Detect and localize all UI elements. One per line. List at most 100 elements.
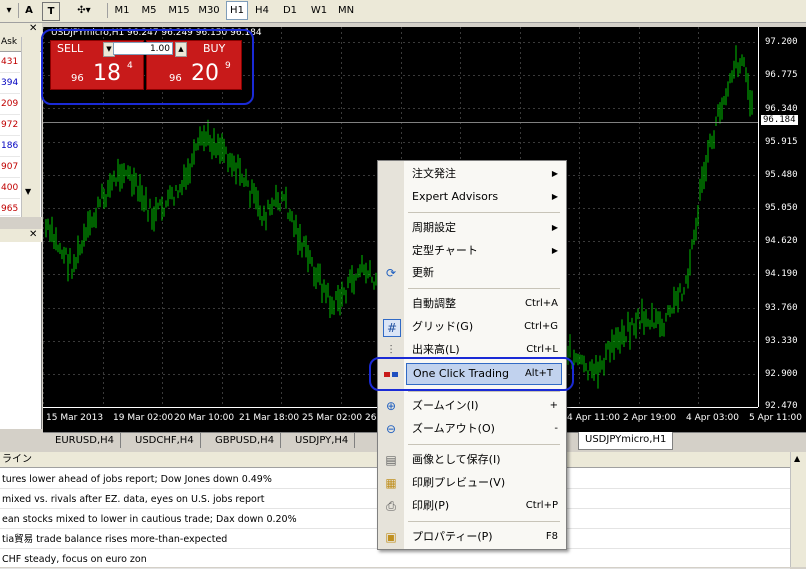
price-axis-label: 92.900 (765, 369, 798, 379)
timeframe-d1[interactable]: D1 (280, 2, 300, 19)
zoom-out-icon: ⊖ (385, 422, 397, 436)
price-axis-label: 93.760 (765, 303, 798, 313)
menu-item-save-image[interactable]: 画像として保存(I) (412, 450, 562, 470)
menu-item-zoom-out[interactable]: ズームアウト(O) - (412, 419, 562, 439)
navigator-panel (0, 242, 42, 429)
time-axis-label: 5 Apr 11:00 (749, 413, 802, 423)
menu-item-expert-advisors[interactable]: Expert Advisors ▶ (412, 187, 562, 207)
timeframe-m5[interactable]: M5 (138, 2, 160, 19)
market-watch-scrollbar[interactable]: ▼ (21, 37, 40, 217)
menu-item-label: 印刷プレビュー(V) (412, 476, 506, 489)
timeframe-h4[interactable]: H4 (252, 2, 272, 19)
menu-item-label: 定型チャート (412, 244, 478, 257)
tab-usdjpymicro-h1[interactable]: USDJPYmicro,H1 (578, 432, 674, 450)
menu-item-label: 自動調整 (412, 297, 456, 310)
ask-cell[interactable]: 209 (0, 94, 20, 115)
highlight-one-click-panel (41, 29, 254, 105)
menu-item-zoom-in[interactable]: ズームイン(I) + (412, 396, 562, 416)
volume-icon: ⫶ (389, 343, 393, 357)
scroll-up-icon[interactable]: ▲ (794, 454, 800, 463)
submenu-arrow-icon: ▶ (551, 192, 558, 201)
grid-icon: # (383, 319, 401, 337)
news-row[interactable]: CHF steady, focus on euro zon (0, 550, 790, 569)
ask-cell[interactable]: 431 (0, 52, 20, 73)
ask-cell[interactable]: 400 (0, 178, 20, 199)
tab-eurusd-h4[interactable]: EURUSD,H4 (49, 433, 122, 448)
submenu-arrow-icon: ▶ (551, 169, 558, 178)
ask-column-header[interactable]: Ask (1, 37, 17, 47)
news-scrollbar[interactable]: ▲ (790, 452, 806, 567)
time-axis-label: 21 Mar 18:00 (239, 413, 300, 423)
menu-item-refresh[interactable]: 更新 (412, 263, 562, 283)
print-icon: ⎙ (386, 499, 396, 513)
menu-item-label: 更新 (412, 266, 434, 279)
menu-item-properties[interactable]: プロパティー(P) F8 (412, 527, 562, 547)
ask-cell[interactable]: 186 (0, 136, 20, 157)
chart-context-menu: 注文発注 ▶ Expert Advisors ▶ 周期設定 ▶ 定型チャート ▶… (377, 160, 567, 550)
time-axis-label: 19 Mar 02:00 (113, 413, 174, 423)
price-axis-label: 96.340 (765, 104, 798, 114)
zoom-in-icon: ⊕ (385, 399, 397, 413)
menu-item-timeframe[interactable]: 周期設定 ▶ (412, 218, 562, 238)
menu-item-label: ズームアウト(O) (412, 422, 495, 435)
menu-item-template[interactable]: 定型チャート ▶ (412, 241, 562, 261)
price-axis-label: 92.470 (765, 401, 798, 411)
timeframe-h1[interactable]: H1 (226, 1, 248, 20)
time-axis-label: 20 Mar 10:00 (174, 413, 235, 423)
time-axis-label: 15 Mar 2013 (46, 413, 104, 423)
text-tool-button[interactable]: A (22, 2, 36, 19)
tab-usdchf-h4[interactable]: USDCHF,H4 (129, 433, 201, 448)
timeframe-w1[interactable]: W1 (308, 2, 330, 19)
refresh-icon: ⟳ (385, 266, 397, 280)
text-label-tool-button[interactable]: T (42, 2, 60, 21)
tab-usdjpy-h4[interactable]: USDJPY,H4 (289, 433, 356, 448)
menu-item-grid[interactable]: グリッド(G) Ctrl+G (412, 317, 562, 337)
time-axis-label: 26 (365, 413, 377, 423)
menu-item-label: プロパティー(P) (412, 530, 493, 543)
time-axis-label: 2 Apr 19:00 (623, 413, 676, 423)
price-axis-label: 95.480 (765, 170, 798, 180)
close-icon[interactable]: ✕ (29, 23, 37, 34)
timeframe-m30[interactable]: M30 (196, 2, 222, 19)
menu-item-print-preview[interactable]: 印刷プレビュー(V) (412, 473, 562, 493)
ask-cell[interactable]: 965 (0, 199, 20, 216)
save-image-icon: ▤ (385, 453, 397, 467)
tab-gbpusd-h4[interactable]: GBPUSD,H4 (209, 433, 282, 448)
timeframe-mn[interactable]: MN (334, 2, 358, 19)
close-icon[interactable]: ✕ (29, 229, 37, 240)
market-watch-panel: Ask 431 394 209 972 186 907 400 965 ▼ (0, 37, 42, 217)
menu-item-label: ズームイン(I) (412, 399, 479, 412)
highlight-one-click-menu-item (369, 357, 574, 391)
navigator-title: ✕ (0, 229, 42, 242)
menu-item-shortcut: - (554, 423, 558, 434)
price-axis-label: 94.190 (765, 269, 798, 279)
menu-separator (408, 288, 560, 289)
menu-item-auto-arrange[interactable]: 自動調整 Ctrl+A (412, 294, 562, 314)
price-axis-label: 95.915 (765, 137, 798, 147)
scroll-down-icon[interactable]: ▼ (25, 187, 31, 196)
menu-item-label: グリッド(G) (412, 320, 474, 333)
submenu-arrow-icon: ▶ (551, 223, 558, 232)
menu-separator (408, 444, 560, 445)
time-axis-label: 4 Apr 11:00 (567, 413, 620, 423)
menu-item-shortcut: Ctrl+A (524, 298, 558, 309)
menu-item-print[interactable]: 印刷(P) Ctrl+P (412, 496, 562, 516)
price-axis-label: 95.050 (765, 203, 798, 213)
current-price-label: 96.184 (761, 115, 798, 125)
time-axis-label: 4 Apr 03:00 (686, 413, 739, 423)
price-axis-label: 97.200 (765, 37, 798, 47)
ask-cell[interactable]: 394 (0, 73, 20, 94)
menu-item-label: 注文発注 (412, 167, 456, 180)
toolbar-arrow-button[interactable]: ▾ (2, 2, 16, 19)
ask-cell[interactable]: 907 (0, 157, 20, 178)
price-axis-label: 94.620 (765, 236, 798, 246)
price-axis-label: 96.775 (765, 70, 798, 80)
objects-tool-button[interactable]: ✣▾ (72, 2, 96, 19)
timeframe-m15[interactable]: M15 (166, 2, 192, 19)
ask-cell[interactable]: 972 (0, 115, 20, 136)
menu-item-label: 出来高(L) (412, 343, 460, 356)
menu-item-shortcut: + (549, 400, 558, 411)
menu-item-order[interactable]: 注文発注 ▶ (412, 164, 562, 184)
timeframe-m1[interactable]: M1 (112, 2, 132, 19)
menu-item-label: 印刷(P) (412, 499, 450, 512)
